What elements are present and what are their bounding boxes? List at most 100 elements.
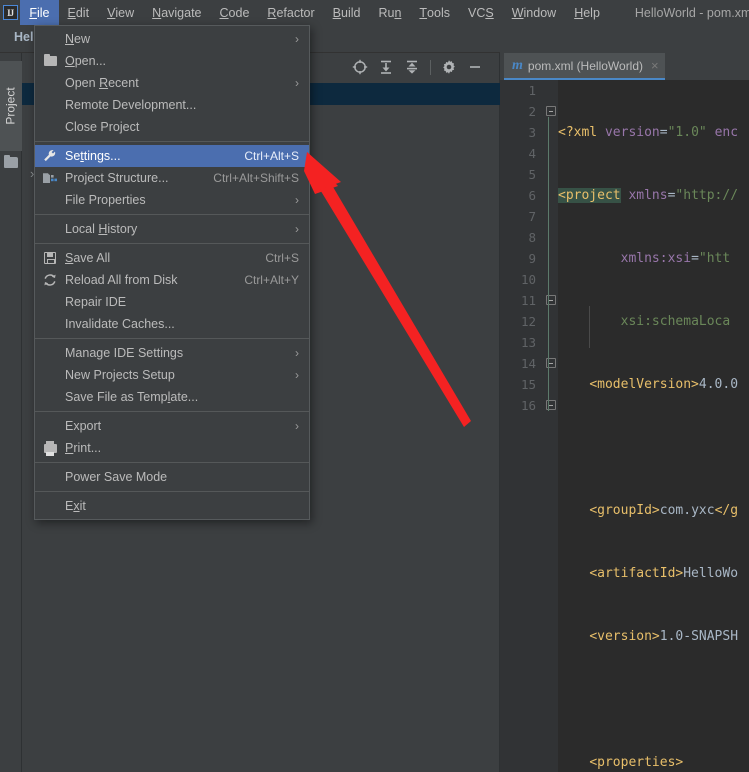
menu-item-repair-ide[interactable]: Repair IDE — [35, 291, 309, 313]
sidebar-tab-project[interactable]: Project — [0, 61, 22, 151]
menu-item-label: Local History — [65, 222, 138, 236]
editor-gutter: 1 2 3 4 5 6 7 8 9 10 11 12 13 14 15 16 — [500, 80, 544, 772]
no-icon — [43, 317, 57, 331]
menu-separator — [35, 462, 309, 463]
no-icon — [43, 390, 57, 404]
code-line: <version>1.0-SNAPSH — [589, 629, 739, 644]
menu-item-label: Power Save Mode — [65, 470, 168, 484]
menu-item-reload-all-from-disk[interactable]: Reload All from Disk Ctrl+Alt+Y — [35, 269, 309, 291]
code-text[interactable]: <?xml version="1.0" enc <project xmlns="… — [558, 80, 749, 772]
line-number: 16 — [520, 398, 536, 413]
line-number: 9 — [528, 251, 536, 266]
chevron-right-icon: › — [295, 368, 299, 382]
menu-item-export[interactable]: Export › — [35, 415, 309, 437]
menu-edit[interactable]: Edit — [59, 0, 99, 25]
menu-tools[interactable]: Tools — [410, 0, 459, 25]
select-opened-file-icon[interactable] — [347, 55, 373, 79]
menu-item-label: Open Recent — [65, 76, 139, 90]
fold-gutter[interactable] — [544, 80, 558, 772]
fold-region-line-properties — [548, 306, 549, 359]
window-title: HelloWorld - pom.xml (Hel — [634, 5, 749, 20]
menu-separator — [35, 338, 309, 339]
no-icon — [43, 120, 57, 134]
menu-item-label: Export — [65, 419, 102, 433]
menu-vcs[interactable]: VC S — [459, 0, 503, 25]
menu-item-project-structure[interactable]: Project Structure... Ctrl+Alt+Shift+S — [35, 167, 309, 189]
chevron-right-icon: › — [295, 419, 299, 433]
menu-item-remote-development[interactable]: Remote Development... — [35, 94, 309, 116]
no-icon — [43, 470, 57, 484]
menu-item-label: Manage IDE Settings — [65, 346, 184, 360]
line-number: 10 — [520, 272, 536, 287]
menu-item-open[interactable]: Open... — [35, 50, 309, 72]
hide-icon[interactable] — [462, 55, 488, 79]
menu-item-label: Save File as Template... — [65, 390, 199, 404]
editor-tab-pom-xml[interactable]: m pom.xml (HelloWorld) × — [504, 53, 665, 80]
code-viewport[interactable]: 1 2 3 4 5 6 7 8 9 10 11 12 13 14 15 16 <… — [500, 80, 749, 772]
structure-folder-icon[interactable] — [4, 154, 18, 169]
menu-item-save-file-as-template[interactable]: Save File as Template... — [35, 386, 309, 408]
menu-item-label: New Projects Setup — [65, 368, 175, 382]
menu-item-label: Invalidate Caches... — [65, 317, 175, 331]
print-icon — [43, 440, 57, 456]
expand-all-icon[interactable] — [373, 55, 399, 79]
menu-item-label: Print... — [65, 441, 102, 455]
line-number: 2 — [528, 104, 536, 119]
menu-separator — [35, 243, 309, 244]
close-icon[interactable]: × — [651, 58, 659, 73]
wrench-icon — [43, 149, 57, 163]
menu-item-new[interactable]: New › — [35, 28, 309, 50]
chevron-right-icon: › — [295, 193, 299, 207]
menu-code[interactable]: Code — [211, 0, 259, 25]
collapse-all-icon[interactable] — [399, 55, 425, 79]
menu-item-exit[interactable]: Exit — [35, 495, 309, 517]
no-icon — [43, 32, 57, 46]
menu-item-file-properties[interactable]: File Properties › — [35, 189, 309, 211]
menu-refactor[interactable]: Refactor — [258, 0, 323, 25]
no-icon — [43, 368, 57, 382]
menu-view[interactable]: View — [98, 0, 143, 25]
menu-item-label: Remote Development... — [65, 98, 197, 112]
project-structure-icon — [43, 171, 57, 185]
menu-item-save-all[interactable]: Save All Ctrl+S — [35, 247, 309, 269]
code-line: xmlns:xsi="htt — [620, 251, 731, 266]
menu-help[interactable]: Help — [565, 0, 609, 25]
chevron-right-icon: › — [295, 222, 299, 236]
menu-item-close-project[interactable]: Close Project — [35, 116, 309, 138]
line-number: 6 — [528, 188, 536, 203]
menu-item-settings[interactable]: Settings... Ctrl+Alt+S — [35, 145, 309, 167]
menu-item-manage-ide-settings[interactable]: Manage IDE Settings › — [35, 342, 309, 364]
code-line: xsi:schemaLoca — [620, 314, 731, 329]
menu-item-invalidate-caches[interactable]: Invalidate Caches... — [35, 313, 309, 335]
menu-navigate[interactable]: Navigate — [143, 0, 210, 25]
no-icon — [43, 419, 57, 433]
settings-gear-icon[interactable] — [436, 55, 462, 79]
menu-item-power-save-mode[interactable]: Power Save Mode — [35, 466, 309, 488]
menu-item-local-history[interactable]: Local History › — [35, 218, 309, 240]
tool-window-stripe-left: Project — [0, 53, 22, 772]
intellij-logo-icon: IJ — [0, 0, 20, 25]
menu-item-label: File Properties — [65, 193, 146, 207]
menu-item-shortcut: Ctrl+Alt+Shift+S — [213, 171, 299, 185]
menu-run[interactable]: Ru n — [369, 0, 410, 25]
editor-tab-bar: m pom.xml (HelloWorld) × — [500, 53, 749, 80]
line-number: 14 — [520, 356, 536, 371]
menu-file[interactable]: File — [20, 0, 59, 25]
menu-item-label: Save All — [65, 251, 111, 265]
menu-item-label: Close Project — [65, 120, 140, 134]
fold-marker-project — [546, 106, 556, 116]
chevron-right-icon: › — [295, 346, 299, 360]
menu-build[interactable]: Build — [324, 0, 370, 25]
no-icon — [43, 98, 57, 112]
menu-window[interactable]: Window — [503, 0, 565, 25]
line-number: 5 — [528, 167, 536, 182]
file-menu-dropdown: New › Open... Open Recent › Remote Devel… — [34, 25, 310, 520]
menu-item-print[interactable]: Print... — [35, 437, 309, 459]
no-icon — [43, 193, 57, 207]
menu-item-new-projects-setup[interactable]: New Projects Setup › — [35, 364, 309, 386]
menu-item-open-recent[interactable]: Open Recent › — [35, 72, 309, 94]
menu-item-label: Exit — [65, 499, 86, 513]
menu-item-label: Reload All from Disk — [65, 273, 178, 287]
